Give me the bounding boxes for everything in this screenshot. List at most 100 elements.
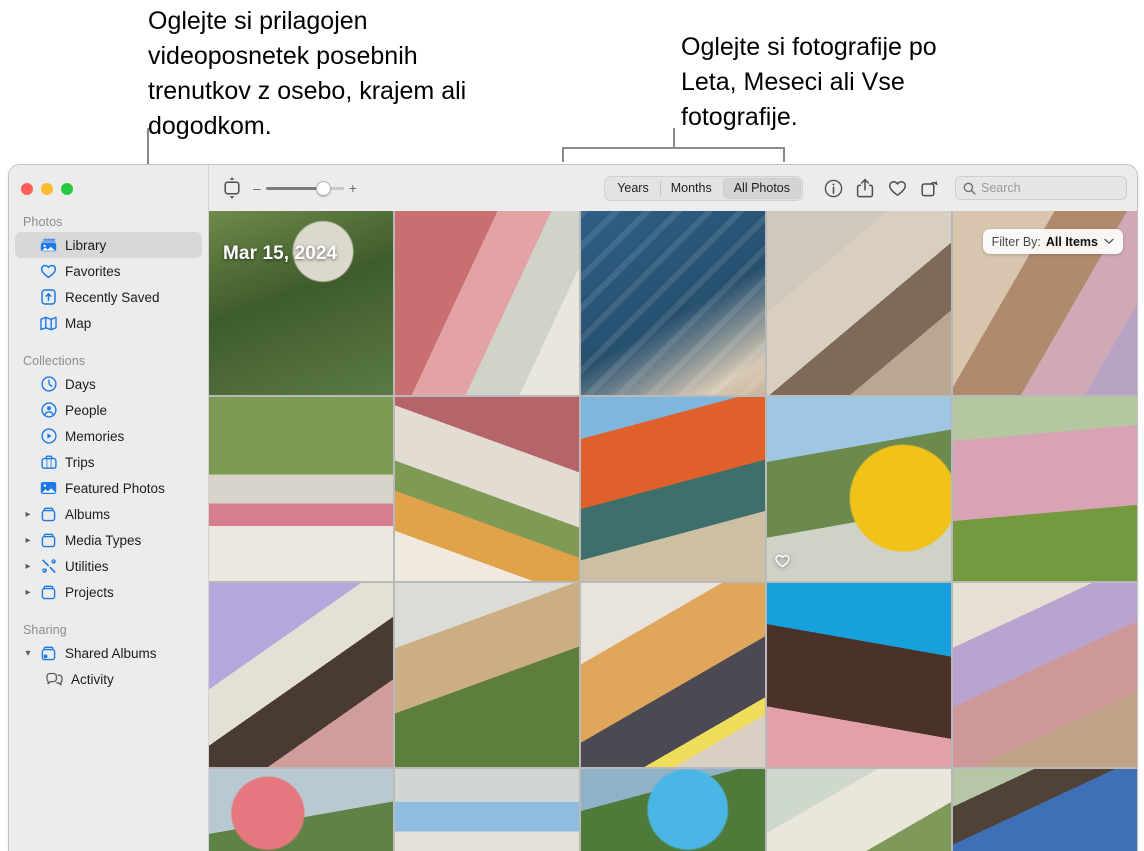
photo-thumbnail	[395, 769, 579, 851]
photo-thumbnail	[209, 397, 393, 581]
rotate-icon[interactable]	[913, 175, 945, 201]
tab-months[interactable]: Months	[659, 178, 723, 199]
sidebar-item-map[interactable]: Map	[15, 310, 202, 336]
toolbar-right-cluster: Years Months All Photos Search	[604, 165, 1127, 211]
photo-cell[interactable]	[767, 397, 951, 581]
sidebar-item-days[interactable]: Days	[15, 371, 202, 397]
zoom-button[interactable]	[61, 183, 73, 195]
window-traffic-lights	[9, 171, 208, 209]
photo-cell[interactable]	[953, 583, 1137, 767]
zoom-slider-fill	[265, 186, 323, 190]
photo-cell[interactable]	[209, 397, 393, 581]
heart-icon	[39, 264, 58, 279]
search-placeholder: Search	[981, 181, 1021, 195]
photo-cell[interactable]	[953, 769, 1137, 851]
sidebar-item-label: Memories	[65, 428, 125, 444]
photo-cell[interactable]	[395, 583, 579, 767]
sidebar-section-photos-title: Photos	[23, 215, 63, 229]
chevron-right-icon[interactable]: ▸	[21, 587, 35, 598]
share-icon[interactable]	[849, 175, 881, 201]
sidebar-item-albums[interactable]: ▸ Albums	[15, 501, 202, 527]
sidebar-item-recently-saved[interactable]: Recently Saved	[15, 284, 202, 310]
chevron-right-icon[interactable]: ▸	[21, 561, 35, 572]
photo-cell[interactable]: Mar 15, 2024	[209, 211, 393, 395]
filter-by-value: All Items	[1045, 234, 1098, 249]
aspect-ratio-icon[interactable]	[221, 176, 243, 200]
photo-thumbnail	[395, 583, 579, 767]
sidebar-item-label: Albums	[65, 506, 111, 522]
favorite-heart-icon[interactable]	[881, 175, 913, 201]
photo-cell[interactable]	[581, 769, 765, 851]
zoom-out-label[interactable]: –	[253, 181, 261, 195]
sidebar-item-label: Recently Saved	[65, 289, 160, 305]
photo-cell[interactable]	[767, 583, 951, 767]
zoom-slider-track[interactable]	[265, 180, 344, 196]
sidebar-item-shared-albums[interactable]: ▾ Shared Albums	[15, 640, 202, 666]
zoom-cluster: – +	[221, 176, 357, 200]
utilities-icon	[39, 558, 58, 574]
sidebar-item-featured-photos[interactable]: Featured Photos	[15, 475, 202, 501]
callout-view-modes-bracket	[562, 147, 785, 149]
zoom-slider-knob[interactable]	[315, 180, 331, 196]
library-icon	[39, 238, 58, 252]
photo-thumbnail	[767, 769, 951, 851]
chevron-right-icon[interactable]: ▸	[21, 535, 35, 546]
sidebar-item-favorites[interactable]: Favorites	[15, 258, 202, 284]
minimize-button[interactable]	[41, 183, 53, 195]
album-icon	[39, 585, 58, 600]
chevron-right-icon[interactable]: ▸	[21, 509, 35, 520]
photo-cell[interactable]	[581, 211, 765, 395]
sidebar-item-projects[interactable]: ▸ Projects	[15, 579, 202, 605]
sidebar-item-people[interactable]: People	[15, 397, 202, 423]
album-icon	[39, 507, 58, 522]
activity-bubbles-icon	[45, 672, 64, 686]
view-mode-segmented-control[interactable]: Years Months All Photos	[604, 175, 803, 201]
sidebar-item-label: People	[65, 402, 108, 418]
sidebar-item-library[interactable]: Library	[15, 232, 202, 258]
photos-app-window: Photos Library Favorites Recently Saved …	[8, 164, 1138, 851]
photo-cell[interactable]	[581, 583, 765, 767]
zoom-slider[interactable]: – +	[253, 180, 357, 196]
album-icon	[39, 533, 58, 548]
tab-all-photos[interactable]: All Photos	[722, 177, 801, 199]
photo-cell[interactable]	[767, 769, 951, 851]
photo-cell[interactable]	[209, 769, 393, 851]
photo-cell[interactable]	[395, 211, 579, 395]
sidebar-item-label: Projects	[65, 584, 114, 600]
photo-cell[interactable]	[209, 583, 393, 767]
sidebar-item-utilities[interactable]: ▸ Utilities	[15, 553, 202, 579]
photo-cell[interactable]	[581, 397, 765, 581]
sidebar-item-label: Trips	[65, 454, 95, 470]
sidebar-item-label: Library	[65, 237, 107, 253]
suitcase-icon	[39, 455, 58, 470]
close-button[interactable]	[21, 183, 33, 195]
filter-by-dropdown[interactable]: Filter By: All Items	[982, 229, 1123, 254]
sidebar-item-activity[interactable]: Activity	[15, 666, 202, 692]
search-field[interactable]: Search	[955, 176, 1127, 200]
photo-thumbnail	[209, 211, 393, 395]
photo-thumbnail	[953, 583, 1137, 767]
sidebar-item-trips[interactable]: Trips	[15, 449, 202, 475]
photo-thumbnail	[767, 397, 951, 581]
sidebar-item-memories[interactable]: Memories	[15, 423, 202, 449]
photo-cell[interactable]	[395, 769, 579, 851]
zoom-in-label[interactable]: +	[349, 181, 357, 195]
photo-thumbnail	[767, 583, 951, 767]
photo-cell[interactable]	[767, 211, 951, 395]
sidebar-item-label: Shared Albums	[65, 645, 157, 661]
person-circle-icon	[39, 402, 58, 418]
photo-thumbnail	[209, 583, 393, 767]
chevron-down-icon	[1104, 238, 1114, 245]
photo-thumbnail	[209, 769, 393, 851]
sidebar-item-label: Utilities	[65, 558, 109, 574]
photo-cell[interactable]	[953, 397, 1137, 581]
photo-cell[interactable]	[395, 397, 579, 581]
sidebar-item-media-types[interactable]: ▸ Media Types	[15, 527, 202, 553]
photo-grid-container[interactable]: Mar 15, 2024 Filter By: All Items	[209, 211, 1137, 851]
info-icon[interactable]	[817, 175, 849, 201]
content-area: – + Years Months All Photos Search Mar 1…	[209, 165, 1137, 851]
photo-grid: Mar 15, 2024	[209, 211, 1137, 851]
sidebar-section-sharing-title: Sharing	[23, 623, 67, 637]
chevron-down-icon[interactable]: ▾	[21, 648, 35, 659]
tab-years[interactable]: Years	[606, 178, 660, 199]
